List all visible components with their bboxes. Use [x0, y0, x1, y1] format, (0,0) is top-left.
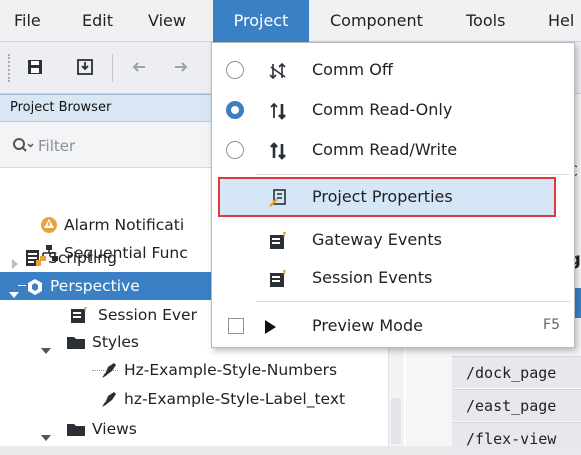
- tree-item-label: Hz-Example-Style-Numbers: [124, 361, 338, 379]
- tree-item-label: Styles: [92, 333, 140, 351]
- project-menu-dropdown: Comm Off Comm Read-Only Comm Read/Write …: [211, 42, 575, 348]
- comm-read-write-icon: [268, 141, 288, 161]
- project-properties-icon: [268, 188, 288, 208]
- folder-icon: [66, 333, 85, 351]
- radio-comm-off[interactable]: [226, 61, 244, 79]
- tree-item-label: Alarm Notificati: [64, 216, 185, 234]
- view-path-row[interactable]: /flex-view: [452, 422, 581, 454]
- tree-item-label: Scripting: [48, 249, 117, 267]
- tree-item-label: Session Ever: [98, 306, 197, 324]
- menu-item-label: Comm Read-Only: [312, 100, 453, 119]
- menu-item-label: Comm Off: [312, 60, 393, 79]
- tree-item-style-numbers[interactable]: Hz-Example-Style-Numbers: [0, 357, 406, 383]
- alarm-icon: [40, 216, 58, 234]
- view-path-row[interactable]: /dock_page: [452, 356, 581, 388]
- toolbar-separator: [112, 54, 113, 82]
- menu-bar: File Edit View Project Component Tools H…: [0, 0, 581, 42]
- tree-scrollbar-thumb[interactable]: [391, 398, 401, 444]
- tree-item-style-label-text[interactable]: hz-Example-Style-Label_text: [0, 386, 406, 412]
- menu-item-comm-read-write[interactable]: Comm Read/Write: [212, 131, 574, 169]
- style-brush-icon: [100, 390, 118, 408]
- menu-file[interactable]: File: [14, 0, 41, 42]
- menu-help[interactable]: Hel: [548, 0, 574, 42]
- menu-item-comm-off[interactable]: Comm Off: [212, 51, 574, 89]
- tree-item-label: hz-Example-Style-Label_text: [124, 390, 346, 408]
- radio-comm-read-only[interactable]: [226, 101, 244, 119]
- style-brush-icon: [100, 361, 118, 379]
- menu-item-label: Comm Read/Write: [312, 140, 458, 159]
- folder-icon: [66, 420, 85, 438]
- play-icon: [260, 317, 280, 337]
- radio-comm-read-write[interactable]: [226, 141, 244, 159]
- view-path-row[interactable]: /east_page: [452, 389, 581, 421]
- menu-item-preview-mode[interactable]: Preview Mode F5: [212, 307, 574, 345]
- filter-input[interactable]: Filter: [38, 137, 75, 155]
- save-icon[interactable]: [24, 56, 46, 78]
- search-icon: [12, 137, 34, 157]
- toolbar-grip[interactable]: [8, 54, 12, 82]
- menu-item-session-events[interactable]: Session Events: [212, 259, 574, 297]
- menu-item-label: Session Events: [312, 268, 433, 287]
- menu-view[interactable]: View: [148, 0, 186, 42]
- shortcut-label: F5: [543, 317, 560, 333]
- menu-tools[interactable]: Tools: [466, 0, 505, 42]
- menu-project[interactable]: Project: [213, 0, 309, 42]
- redo-icon[interactable]: [170, 56, 192, 78]
- perspective-icon: [26, 277, 44, 295]
- session-events-icon: [70, 306, 88, 324]
- tree-line: [18, 285, 26, 286]
- session-events-icon: [268, 269, 288, 289]
- gateway-events-icon: [268, 231, 288, 251]
- menu-item-label: Gateway Events: [312, 230, 442, 249]
- menu-component[interactable]: Component: [330, 0, 423, 42]
- menu-separator: [256, 174, 570, 175]
- comm-off-icon: [268, 61, 288, 81]
- project-browser-title: Project Browser: [10, 100, 112, 115]
- script-icon: [24, 249, 42, 267]
- undo-icon[interactable]: [128, 56, 150, 78]
- preview-mode-checkbox[interactable]: [228, 318, 244, 334]
- menu-item-project-properties[interactable]: Project Properties: [218, 177, 556, 217]
- collapse-arrow-icon[interactable]: [40, 425, 52, 451]
- tree-item-label: Views: [92, 420, 137, 438]
- comm-read-only-icon: [268, 101, 288, 121]
- menu-separator: [256, 301, 570, 302]
- menu-item-gateway-events[interactable]: Gateway Events: [212, 221, 574, 259]
- menu-item-comm-read-only[interactable]: Comm Read-Only: [212, 91, 574, 129]
- menu-item-label: Preview Mode: [312, 316, 423, 335]
- tree-item-views[interactable]: Views: [0, 416, 406, 442]
- tree-item-label: Perspective: [50, 277, 140, 295]
- menu-edit[interactable]: Edit: [82, 0, 113, 42]
- save-all-icon[interactable]: [74, 56, 96, 78]
- menu-item-label: Project Properties: [312, 187, 453, 206]
